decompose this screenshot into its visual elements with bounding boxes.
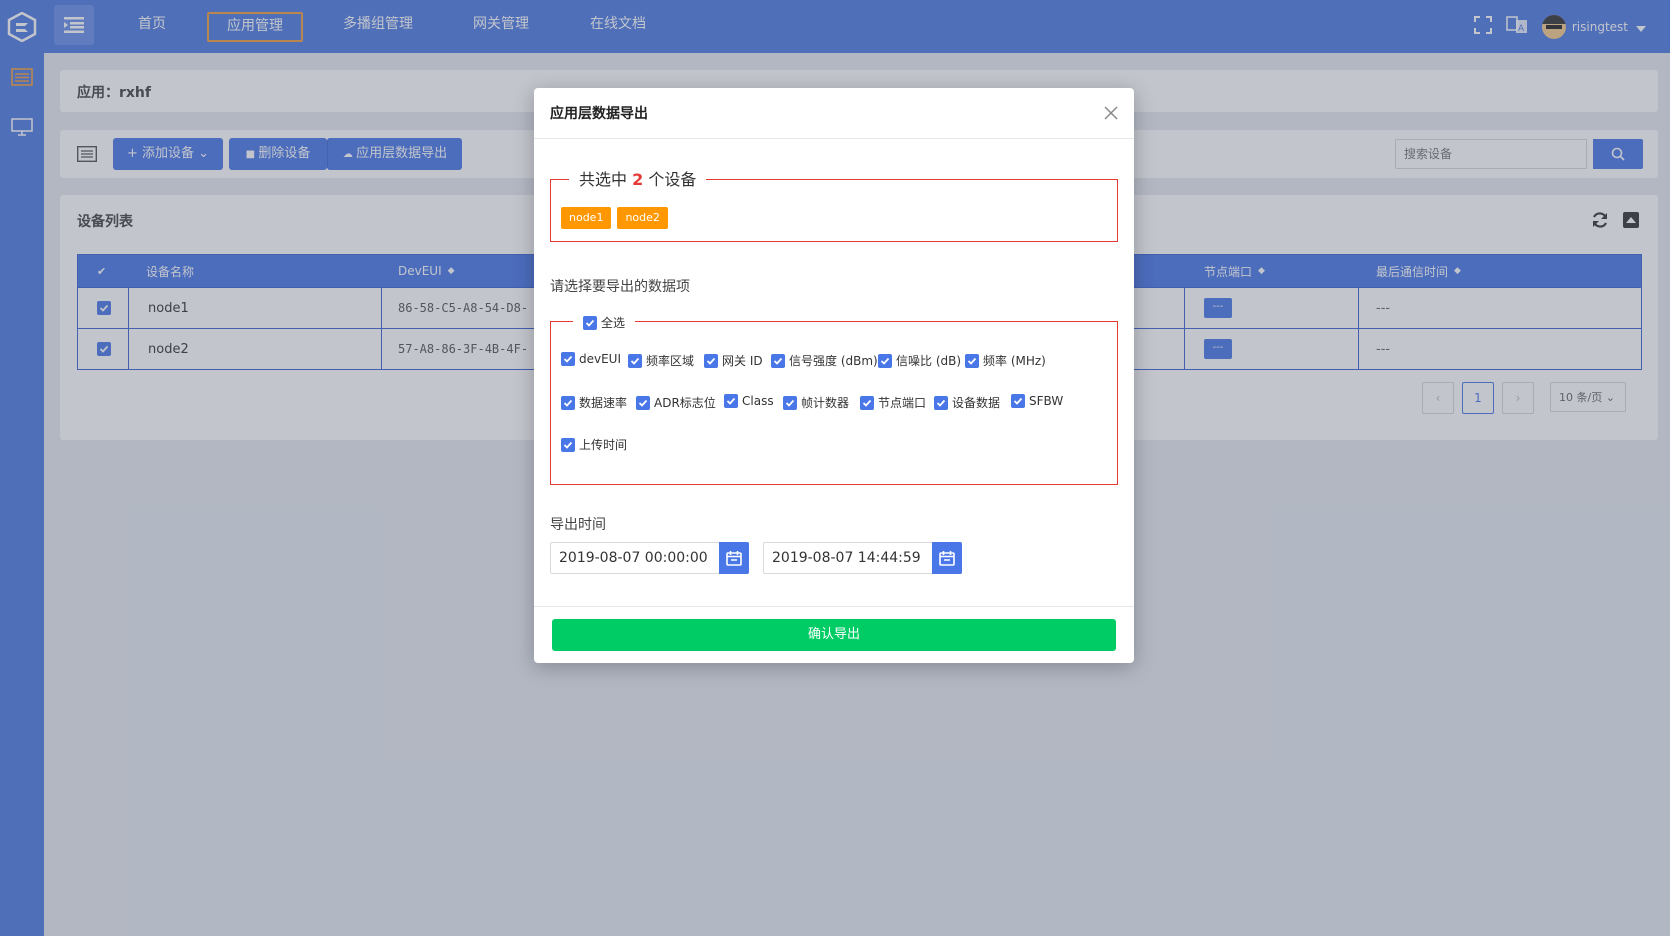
option-checkbox[interactable] xyxy=(783,395,797,410)
selected-suffix: 个设备 xyxy=(648,170,697,189)
option-checkbox[interactable] xyxy=(878,353,892,368)
end-date-picker-button[interactable] xyxy=(932,542,962,574)
data-fields-box: 全选 devEUI 频率区域 网关 ID 信号强度 (dBm) 信噪比 (dB)… xyxy=(550,312,1118,485)
option-checkbox[interactable] xyxy=(561,395,575,410)
option-label: 上传时间 xyxy=(579,438,628,452)
option-label: SFBW xyxy=(1029,394,1064,408)
option-checkbox[interactable] xyxy=(965,353,979,368)
modal-footer-divider xyxy=(534,606,1134,607)
device-tag: node1 xyxy=(561,207,612,229)
selected-devices-box: 共选中 2 个设备 node1 node2 xyxy=(550,169,1118,242)
option-checkbox[interactable] xyxy=(561,352,575,366)
option-sfbw[interactable]: SFBW xyxy=(1011,394,1063,408)
option-snr[interactable]: 信噪比 (dB) xyxy=(878,352,961,369)
option-label: ADR标志位 xyxy=(654,396,716,410)
option-label: 帧计数器 xyxy=(801,396,850,410)
end-time-value: 2019-08-07 14:44:59 xyxy=(772,550,921,566)
option-label: 设备数据 xyxy=(952,396,1001,410)
option-label: 网关 ID xyxy=(722,354,763,368)
option-label: Class xyxy=(742,394,774,408)
modal-header: 应用层数据导出 xyxy=(534,88,1134,139)
option-checkbox[interactable] xyxy=(636,395,650,410)
modal-title: 应用层数据导出 xyxy=(550,106,648,122)
selected-prefix: 共选中 xyxy=(579,170,628,189)
option-checkbox[interactable] xyxy=(860,395,874,410)
export-time-label: 导出时间 xyxy=(550,517,606,533)
option-checkbox[interactable] xyxy=(561,437,575,452)
option-checkbox[interactable] xyxy=(628,353,642,368)
select-all-label: 全选 xyxy=(601,316,626,330)
option-class[interactable]: Class xyxy=(724,394,774,408)
option-checkbox[interactable] xyxy=(1011,394,1025,408)
end-time-input[interactable]: 2019-08-07 14:44:59 xyxy=(763,542,962,574)
option-label: devEUI xyxy=(579,352,622,366)
option-checkbox[interactable] xyxy=(934,395,948,410)
option-deveui[interactable]: devEUI xyxy=(561,352,621,366)
option-rssi[interactable]: 信号强度 (dBm) xyxy=(771,352,878,369)
selected-tags: node1 node2 xyxy=(561,206,674,229)
option-adr-flag[interactable]: ADR标志位 xyxy=(636,394,716,411)
option-gateway-id[interactable]: 网关 ID xyxy=(704,352,763,369)
selected-devices-legend: 共选中 2 个设备 xyxy=(569,169,707,191)
option-label: 频率 (MHz) xyxy=(983,354,1046,368)
option-checkbox[interactable] xyxy=(771,353,785,368)
option-label: 信号强度 (dBm) xyxy=(789,354,878,368)
selected-count: 2 xyxy=(632,170,644,189)
option-checkbox[interactable] xyxy=(704,353,718,368)
start-date-picker-button[interactable] xyxy=(719,542,749,574)
option-label: 频率区域 xyxy=(646,354,695,368)
option-device-data[interactable]: 设备数据 xyxy=(934,394,1000,411)
close-icon[interactable] xyxy=(1104,105,1118,124)
export-modal: 应用层数据导出 共选中 2 个设备 node1 node2 请选择要导出的数据项 … xyxy=(534,88,1134,663)
option-upload-time[interactable]: 上传时间 xyxy=(561,436,627,453)
option-data-rate[interactable]: 数据速率 xyxy=(561,394,627,411)
option-label: 信噪比 (dB) xyxy=(896,354,962,368)
select-all-checkbox[interactable] xyxy=(583,316,597,330)
option-freq-region[interactable]: 频率区域 xyxy=(628,352,694,369)
calendar-icon xyxy=(726,551,742,566)
choose-fields-label: 请选择要导出的数据项 xyxy=(550,279,690,295)
calendar-icon xyxy=(939,551,955,566)
option-label: 数据速率 xyxy=(579,396,628,410)
option-frame-counter[interactable]: 帧计数器 xyxy=(783,394,849,411)
device-tag: node2 xyxy=(617,207,668,229)
start-time-value: 2019-08-07 00:00:00 xyxy=(559,550,708,566)
option-label: 节点端口 xyxy=(878,396,927,410)
select-all-option[interactable]: 全选 xyxy=(573,312,636,334)
confirm-export-button[interactable]: 确认导出 xyxy=(552,619,1116,651)
option-frequency[interactable]: 频率 (MHz) xyxy=(965,352,1046,369)
option-node-port[interactable]: 节点端口 xyxy=(860,394,926,411)
option-checkbox[interactable] xyxy=(724,394,738,408)
start-time-input[interactable]: 2019-08-07 00:00:00 xyxy=(550,542,749,574)
